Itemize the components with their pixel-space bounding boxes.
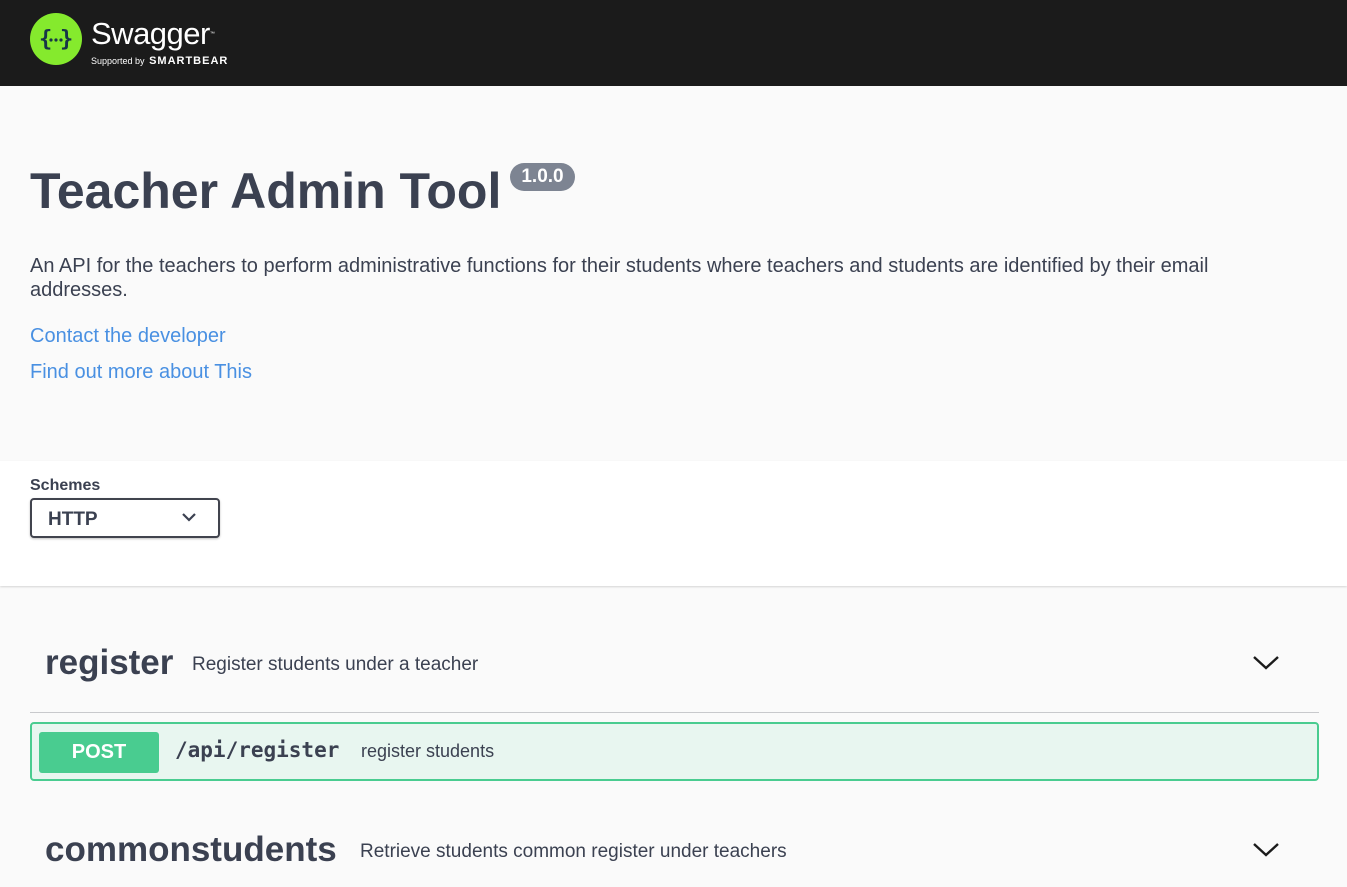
api-description: An API for the teachers to perform admin… [30,255,1209,301]
operation-post-register[interactable]: POST /api/register register students [30,722,1319,781]
tag-name: register [45,643,174,682]
tag-register[interactable]: register Register students under a teach… [30,628,1319,713]
schemes-select[interactable]: HTTP [30,498,220,538]
logo-supported-by: Supported by [91,56,145,66]
schemes-label: Schemes [30,477,101,494]
version-badge: 1.0.0 [510,163,575,191]
topbar: { } Swagger™ Supported by SMARTBEAR [0,0,1347,86]
tag-description: Retrieve students common register under … [360,841,787,862]
logo-name: Swagger [91,16,210,51]
chevron-down-icon[interactable] [1253,842,1279,858]
page-title: Teacher Admin Tool [30,163,502,219]
logo-trademark: ™ [209,31,215,37]
tag-commonstudents[interactable]: commonstudents Retrieve students common … [30,815,1319,887]
schemes-selected-value: HTTP [48,509,98,530]
method-badge: POST [39,732,159,773]
divider [30,712,1319,713]
swagger-logo[interactable]: { } Swagger™ Supported by SMARTBEAR [30,13,228,67]
tag-name: commonstudents [45,830,337,869]
contact-developer-link[interactable]: Contact the developer [30,325,226,348]
logo-smartbear: SMARTBEAR [149,55,229,67]
find-out-more-link[interactable]: Find out more about This [30,361,252,384]
chevron-down-icon[interactable] [1253,655,1279,671]
tag-description: Register students under a teacher [192,654,479,675]
schemes-section: Schemes HTTP [0,461,1347,586]
swagger-braces-icon: { } [30,13,82,65]
operation-path: /api/register [175,738,340,762]
svg-text:}: } [60,27,73,52]
operation-summary: register students [361,741,495,761]
chevron-down-icon [182,513,196,522]
